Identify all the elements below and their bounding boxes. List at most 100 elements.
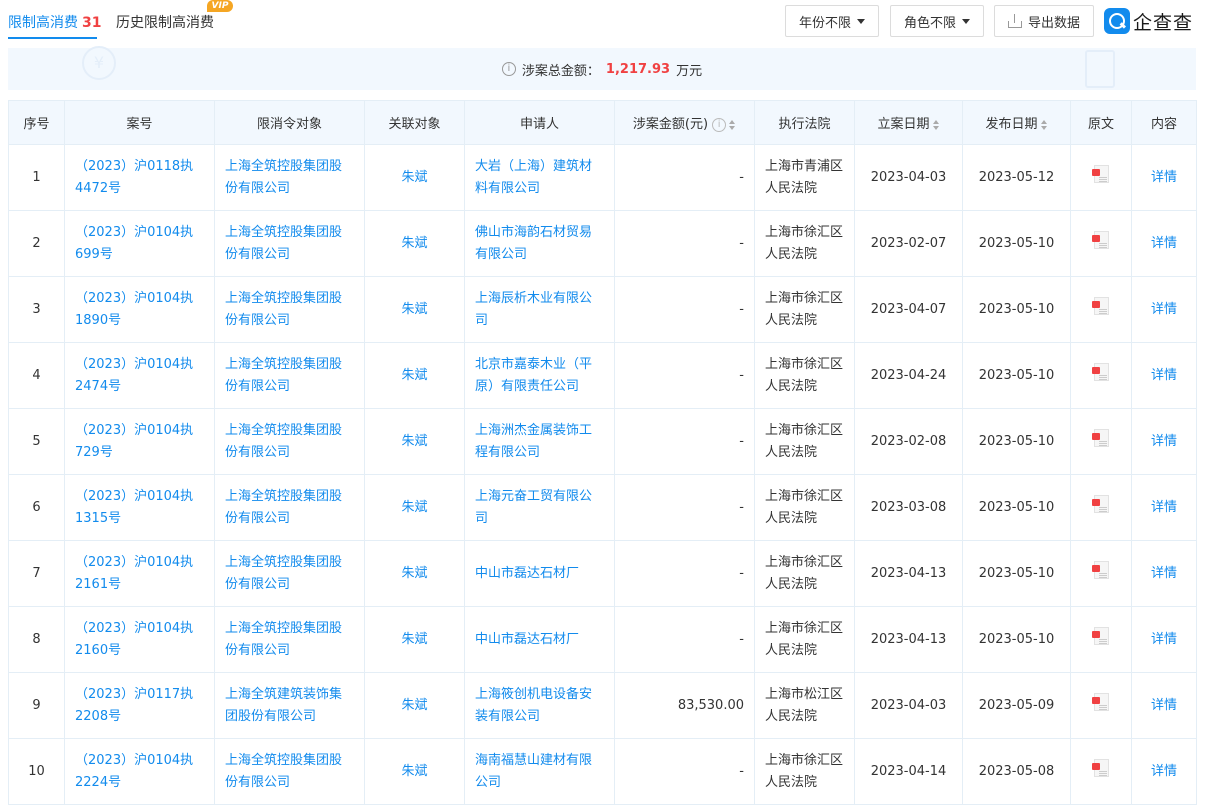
pdf-icon[interactable] bbox=[1091, 560, 1109, 579]
case-no-link[interactable]: （2023）沪0104执2224号 bbox=[64, 738, 215, 805]
amount-cell: - bbox=[614, 342, 755, 409]
help-icon[interactable]: i bbox=[712, 117, 727, 132]
header-publish-date-label: 发布日期 bbox=[985, 117, 1038, 132]
court-cell: 上海市徐汇区人民法院 bbox=[754, 276, 855, 343]
detail-link[interactable]: 详情 bbox=[1131, 474, 1197, 541]
tab-history[interactable]: 历史限制高消费 bbox=[116, 12, 214, 32]
target-company-link[interactable]: 上海全筑控股集团股份有限公司 bbox=[214, 408, 365, 475]
detail-link[interactable]: 详情 bbox=[1131, 408, 1197, 475]
applicant-link[interactable]: 上海筱创机电设备安装有限公司 bbox=[464, 672, 615, 739]
publish-date-cell: 2023-05-10 bbox=[962, 342, 1071, 409]
pdf-icon[interactable] bbox=[1091, 428, 1109, 447]
related-person-link[interactable]: 朱斌 bbox=[364, 672, 465, 739]
case-no-link[interactable]: （2023）沪0104执2474号 bbox=[64, 342, 215, 409]
applicant-link[interactable]: 北京市嘉泰木业（平原）有限责任公司 bbox=[464, 342, 615, 409]
pdf-icon[interactable] bbox=[1091, 626, 1109, 645]
case-no-link[interactable]: （2023）沪0104执729号 bbox=[64, 408, 215, 475]
amount-cell: - bbox=[614, 738, 755, 805]
target-company-link[interactable]: 上海全筑控股集团股份有限公司 bbox=[214, 606, 365, 673]
pdf-icon[interactable] bbox=[1091, 296, 1109, 315]
sort-icon[interactable] bbox=[932, 119, 940, 130]
detail-link[interactable]: 详情 bbox=[1131, 144, 1197, 211]
related-person-link[interactable]: 朱斌 bbox=[364, 606, 465, 673]
target-company-link[interactable]: 上海全筑建筑装饰集团股份有限公司 bbox=[214, 672, 365, 739]
pdf-icon[interactable] bbox=[1091, 164, 1109, 183]
case-no-link[interactable]: （2023）沪0104执1315号 bbox=[64, 474, 215, 541]
info-icon: i bbox=[501, 62, 516, 76]
role-filter-dropdown[interactable]: 角色不限 bbox=[890, 5, 984, 37]
pdf-icon[interactable] bbox=[1091, 230, 1109, 249]
pdf-icon[interactable] bbox=[1091, 692, 1109, 711]
publish-date-cell: 2023-05-10 bbox=[962, 210, 1071, 277]
target-company-link[interactable]: 上海全筑控股集团股份有限公司 bbox=[214, 540, 365, 607]
target-company-link[interactable]: 上海全筑控股集团股份有限公司 bbox=[214, 738, 365, 805]
table-row: 4 （2023）沪0104执2474号 上海全筑控股集团股份有限公司 朱斌 北京市嘉泰木… bbox=[8, 342, 1197, 409]
related-person-link[interactable]: 朱斌 bbox=[364, 210, 465, 277]
sort-icon[interactable] bbox=[1040, 119, 1048, 130]
applicant-link[interactable]: 上海元奋工贸有限公司 bbox=[464, 474, 615, 541]
detail-link[interactable]: 详情 bbox=[1131, 606, 1197, 673]
table-row: 8 （2023）沪0104执2160号 上海全筑控股集团股份有限公司 朱斌 中山市磊达石… bbox=[8, 606, 1197, 673]
target-company-link[interactable]: 上海全筑控股集团股份有限公司 bbox=[214, 276, 365, 343]
related-person-link[interactable]: 朱斌 bbox=[364, 474, 465, 541]
related-person-link[interactable]: 朱斌 bbox=[364, 144, 465, 211]
logo-text: 企查查 bbox=[1133, 11, 1194, 34]
pdf-icon[interactable] bbox=[1091, 362, 1109, 381]
applicant-link[interactable]: 中山市磊达石材厂 bbox=[464, 606, 615, 673]
case-no-link[interactable]: （2023）沪0104执2160号 bbox=[64, 606, 215, 673]
applicant-link[interactable]: 上海洲杰金属装饰工程有限公司 bbox=[464, 408, 615, 475]
applicant-link[interactable]: 海南福慧山建材有限公司 bbox=[464, 738, 615, 805]
row-index: 5 bbox=[8, 408, 65, 475]
target-company-link[interactable]: 上海全筑控股集团股份有限公司 bbox=[214, 210, 365, 277]
row-index: 8 bbox=[8, 606, 65, 673]
related-person-link[interactable]: 朱斌 bbox=[364, 408, 465, 475]
tab-restriction[interactable]: 限制高消费 31 bbox=[8, 12, 101, 32]
original-cell bbox=[1070, 606, 1132, 673]
header-related: 关联对象 bbox=[364, 100, 465, 145]
case-no-link[interactable]: （2023）沪0104执699号 bbox=[64, 210, 215, 277]
applicant-link[interactable]: 大岩（上海）建筑材料有限公司 bbox=[464, 144, 615, 211]
table-row: 6 （2023）沪0104执1315号 上海全筑控股集团股份有限公司 朱斌 上海元奋工贸… bbox=[8, 474, 1197, 541]
applicant-link[interactable]: 中山市磊达石材厂 bbox=[464, 540, 615, 607]
role-filter-label: 角色不限 bbox=[903, 15, 956, 31]
original-cell bbox=[1070, 474, 1132, 541]
case-no-link[interactable]: （2023）沪0117执2208号 bbox=[64, 672, 215, 739]
row-index: 10 bbox=[8, 738, 65, 805]
pdf-icon[interactable] bbox=[1091, 494, 1109, 513]
detail-link[interactable]: 详情 bbox=[1131, 210, 1197, 277]
target-company-link[interactable]: 上海全筑控股集团股份有限公司 bbox=[214, 474, 365, 541]
header-amount[interactable]: 涉案金额(元) i bbox=[614, 100, 755, 145]
applicant-link[interactable]: 佛山市海韵石材贸易有限公司 bbox=[464, 210, 615, 277]
export-button[interactable]: 导出数据 bbox=[994, 5, 1094, 37]
related-person-link[interactable]: 朱斌 bbox=[364, 540, 465, 607]
document-watermark-icon bbox=[1085, 50, 1115, 88]
chevron-down-icon bbox=[962, 18, 970, 24]
row-index: 1 bbox=[8, 144, 65, 211]
court-cell: 上海市徐汇区人民法院 bbox=[754, 210, 855, 277]
related-person-link[interactable]: 朱斌 bbox=[364, 738, 465, 805]
detail-link[interactable]: 详情 bbox=[1131, 672, 1197, 739]
year-filter-dropdown[interactable]: 年份不限 bbox=[785, 5, 879, 37]
target-company-link[interactable]: 上海全筑控股集团股份有限公司 bbox=[214, 342, 365, 409]
detail-link[interactable]: 详情 bbox=[1131, 276, 1197, 343]
related-person-link[interactable]: 朱斌 bbox=[364, 276, 465, 343]
header-applicant: 申请人 bbox=[464, 100, 615, 145]
related-person-link[interactable]: 朱斌 bbox=[364, 342, 465, 409]
detail-link[interactable]: 详情 bbox=[1131, 342, 1197, 409]
header-filed-date[interactable]: 立案日期 bbox=[854, 100, 963, 145]
filed-date-cell: 2023-04-07 bbox=[854, 276, 963, 343]
pdf-icon[interactable] bbox=[1091, 758, 1109, 777]
case-no-link[interactable]: （2023）沪0118执4472号 bbox=[64, 144, 215, 211]
table-row: 3 （2023）沪0104执1890号 上海全筑控股集团股份有限公司 朱斌 上海辰析木业… bbox=[8, 276, 1197, 343]
publish-date-cell: 2023-05-10 bbox=[962, 276, 1071, 343]
applicant-link[interactable]: 上海辰析木业有限公司 bbox=[464, 276, 615, 343]
case-no-link[interactable]: （2023）沪0104执1890号 bbox=[64, 276, 215, 343]
target-company-link[interactable]: 上海全筑控股集团股份有限公司 bbox=[214, 144, 365, 211]
sort-icon[interactable] bbox=[729, 119, 736, 130]
header-publish-date[interactable]: 发布日期 bbox=[962, 100, 1071, 145]
detail-link[interactable]: 详情 bbox=[1131, 540, 1197, 607]
detail-link[interactable]: 详情 bbox=[1131, 738, 1197, 805]
row-index: 2 bbox=[8, 210, 65, 277]
case-no-link[interactable]: （2023）沪0104执2161号 bbox=[64, 540, 215, 607]
summary-bar: i 涉案总金额： 1,217.93 万元 bbox=[8, 48, 1196, 90]
